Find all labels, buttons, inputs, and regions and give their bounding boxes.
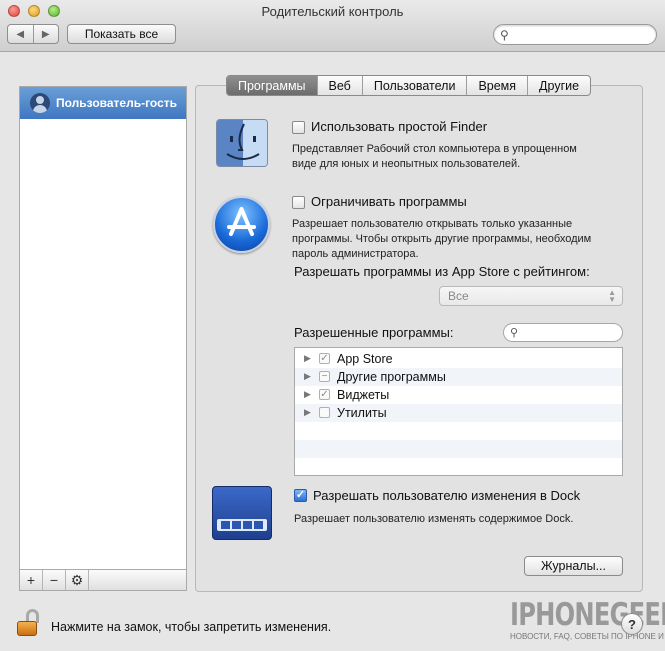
app-store-rating-value: Все <box>448 289 469 303</box>
lock-hint-text: Нажмите на замок, чтобы запретить измене… <box>51 620 332 634</box>
window-title: Родительский контроль <box>261 4 404 19</box>
app-store-rating-select[interactable]: Все ▲ ▼ <box>439 286 623 306</box>
search-icon: ⚲ <box>500 28 509 42</box>
allow-dock-changes-description: Разрешает пользователю изменять содержим… <box>294 513 574 525</box>
restrict-programs-description-line: Разрешает пользователю открывать только … <box>292 218 573 230</box>
simple-finder-checkbox[interactable] <box>292 121 305 134</box>
help-button[interactable]: ? <box>621 613 643 635</box>
list-empty-row <box>295 422 622 440</box>
remove-user-button[interactable]: − <box>43 570 66 590</box>
lock-body <box>17 621 37 636</box>
tab-users[interactable]: Пользователи <box>363 76 468 95</box>
search-input[interactable]: ⚲ <box>493 24 657 45</box>
simple-finder-description-line: Представляет Рабочий стол компьютера в у… <box>292 143 577 155</box>
search-icon: ⚲ <box>510 327 519 339</box>
tab-time[interactable]: Время <box>467 76 529 95</box>
list-item[interactable]: ▶ Утилиты <box>295 404 622 422</box>
item-checkbox[interactable]: ✓ <box>319 389 330 400</box>
list-item[interactable]: ▶ − Другие программы <box>295 368 622 386</box>
list-item[interactable]: ▶ ✓ Виджеты <box>295 386 622 404</box>
list-item-label: Утилиты <box>337 406 387 420</box>
lock-icon[interactable] <box>17 609 41 636</box>
list-item[interactable]: ▶ ✓ App Store <box>295 350 622 368</box>
allowed-programs-label: Разрешенные программы: <box>294 325 454 340</box>
user-list: Пользователь-гость <box>19 86 187 591</box>
list-item-label: App Store <box>337 352 393 366</box>
restrict-programs-description-line: программы. Чтобы открыть другие программ… <box>292 233 592 245</box>
tab-other[interactable]: Другие <box>528 76 590 95</box>
item-checkbox[interactable]: − <box>319 371 330 382</box>
tab-web[interactable]: Веб <box>318 76 363 95</box>
add-user-button[interactable]: + <box>20 570 43 590</box>
simple-finder-label: Использовать простой Finder <box>311 119 488 134</box>
restrict-programs-description: Разрешает пользователю открывать только … <box>292 217 591 262</box>
user-avatar-icon <box>30 93 50 113</box>
allowed-programs-list: ▶ ✓ App Store ▶ − Другие программы ▶ ✓ В… <box>294 347 623 476</box>
disclosure-triangle-icon[interactable]: ▶ <box>304 389 311 400</box>
logs-button[interactable]: Журналы... <box>524 556 623 576</box>
disclosure-triangle-icon[interactable]: ▶ <box>304 407 311 418</box>
list-item-label: Другие программы <box>337 370 446 384</box>
sidebar-footer: + − ⚙ <box>19 569 187 591</box>
tab-bar: Программы Веб Пользователи Время Другие <box>226 75 592 96</box>
watermark-tagline: НОВОСТИ, FAQ, СОВЕТЫ ПО IPHONE И IPAD <box>510 632 665 641</box>
finder-icon <box>216 119 268 167</box>
app-store-icon <box>213 196 270 253</box>
back-arrow-icon[interactable]: ◀ <box>8 25 33 43</box>
app-store-rating-label: Разрешать программы из App Store с рейти… <box>294 264 590 279</box>
disclosure-triangle-icon[interactable]: ▶ <box>304 371 311 382</box>
window-titlebar: Родительский контроль ◀ ▶ Показать все ⚲ <box>0 0 665 52</box>
tab-programs[interactable]: Программы <box>227 76 318 95</box>
sidebar-item-guest-user[interactable]: Пользователь-гость <box>20 87 186 119</box>
allow-dock-changes-checkbox[interactable]: ✓ <box>294 489 307 502</box>
nav-back-forward: ◀ ▶ <box>7 24 59 44</box>
restrict-programs-label: Ограничивать программы <box>311 194 467 209</box>
forward-arrow-icon[interactable]: ▶ <box>32 25 59 43</box>
show-all-button[interactable]: Показать все <box>67 24 176 44</box>
gear-icon[interactable]: ⚙ <box>66 570 89 590</box>
simple-finder-description-line: виде для юных и неопытных пользователей. <box>292 158 521 170</box>
sidebar-item-label: Пользователь-гость <box>56 96 178 110</box>
restrict-programs-checkbox[interactable] <box>292 196 305 209</box>
item-checkbox[interactable] <box>319 407 330 418</box>
select-arrows-icon: ▲ ▼ <box>608 288 616 304</box>
item-checkbox[interactable]: ✓ <box>319 353 330 364</box>
list-empty-row <box>295 440 622 458</box>
list-item-label: Виджеты <box>337 388 390 402</box>
simple-finder-description: Представляет Рабочий стол компьютера в у… <box>292 142 577 172</box>
restrict-programs-description-line: пароль администратора. <box>292 248 419 260</box>
allow-dock-changes-label: Разрешать пользователю изменения в Dock <box>313 488 581 503</box>
disclosure-triangle-icon[interactable]: ▶ <box>304 353 311 364</box>
dock-icon <box>212 486 272 540</box>
allowed-programs-search-input[interactable]: ⚲ <box>503 323 623 342</box>
